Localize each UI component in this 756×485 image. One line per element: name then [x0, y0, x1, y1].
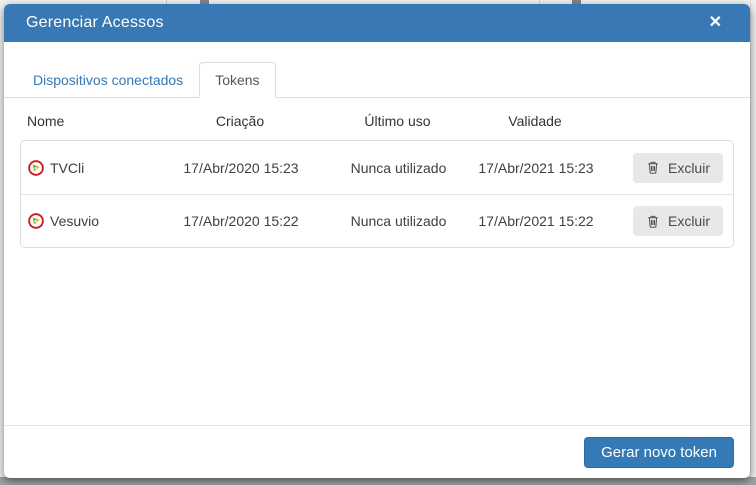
tab-bar: Dispositivos conectados Tokens — [4, 62, 750, 98]
column-header-nome: Nome — [27, 113, 65, 129]
delete-token-button[interactable]: Excluir — [632, 152, 723, 183]
manage-access-modal: Gerenciar Acessos ✕ Dispositivos conecta… — [4, 4, 750, 478]
tokens-panel: Nome Criação Último uso Validade TVCli 1… — [4, 98, 750, 425]
trash-icon — [648, 215, 658, 228]
token-created: 17/Abr/2020 15:22 — [183, 213, 299, 229]
table-header-row: Nome Criação Último uso Validade — [20, 111, 734, 129]
background-page-edge — [750, 0, 756, 478]
column-header-criacao: Criação — [215, 113, 265, 129]
modal-title: Gerenciar Acessos — [26, 14, 164, 31]
token-row-vesuvio: Vesuvio 17/Abr/2020 15:22 Nunca utilizad… — [21, 194, 733, 247]
column-header-validade: Validade — [508, 113, 562, 129]
token-validity: 17/Abr/2021 15:22 — [478, 213, 594, 229]
token-app-icon — [28, 213, 44, 229]
column-header-ultimo-uso: Último uso — [364, 113, 431, 129]
delete-token-button[interactable]: Excluir — [632, 206, 723, 236]
trash-icon — [648, 161, 658, 174]
tab-dispositivos-conectados[interactable]: Dispositivos conectados — [17, 62, 199, 98]
token-list: TVCli 17/Abr/2020 15:23 Nunca utilizado … — [20, 140, 734, 248]
token-last-use: Nunca utilizado — [350, 159, 447, 176]
token-name: TVCli — [50, 159, 85, 176]
generate-new-token-button[interactable]: Gerar novo token — [584, 436, 734, 468]
token-row-tvcli: TVCli 17/Abr/2020 15:23 Nunca utilizado … — [21, 141, 733, 194]
token-created: 17/Abr/2020 15:23 — [183, 159, 299, 176]
token-validity: 17/Abr/2021 15:23 — [478, 159, 594, 176]
background-footer-bar — [0, 477, 756, 485]
modal-header: Gerenciar Acessos ✕ — [4, 4, 750, 42]
tab-tokens[interactable]: Tokens — [199, 62, 276, 98]
close-icon[interactable]: ✕ — [705, 13, 726, 33]
modal-footer: Gerar novo token — [4, 425, 750, 478]
token-name: Vesuvio — [50, 213, 100, 229]
token-last-use: Nunca utilizado — [350, 213, 447, 229]
token-app-icon — [28, 159, 44, 176]
